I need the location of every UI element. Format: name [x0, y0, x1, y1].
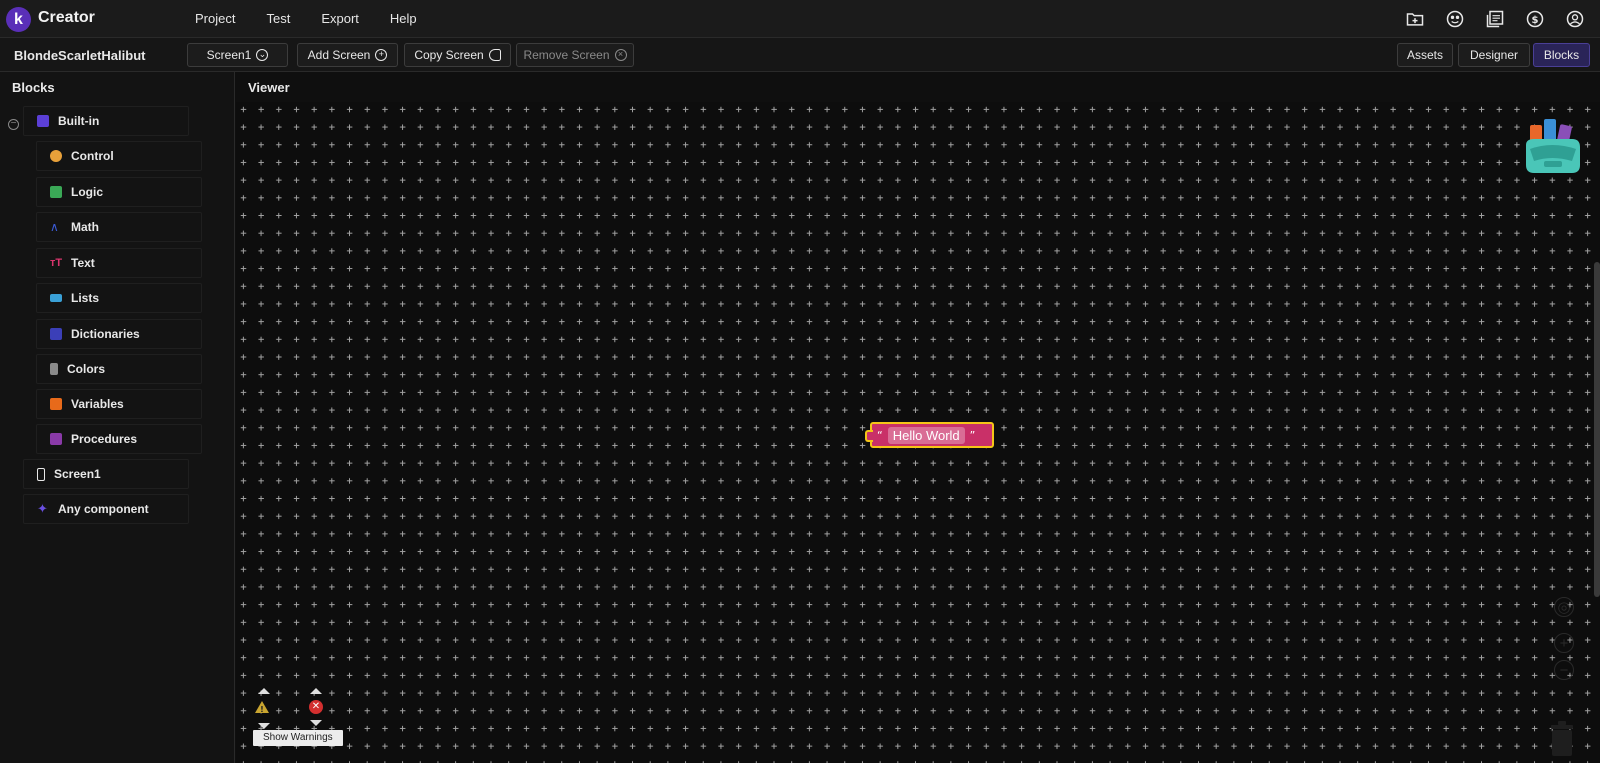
svg-text:!: ! — [260, 705, 264, 714]
tree-item-label: Variables — [71, 397, 124, 411]
screen-select-label: Screen1 — [206, 48, 252, 62]
add-screen-button[interactable]: Add Screen + — [297, 43, 398, 67]
tree-item-procedures[interactable]: Procedures — [36, 424, 202, 454]
tree-item-label: Math — [71, 220, 99, 234]
close-quote-icon: ” — [969, 428, 976, 442]
sparkle-icon: ✦ — [37, 501, 48, 516]
tree-item-text[interactable]: ᴛT Text — [36, 248, 202, 278]
tree-item-any-component[interactable]: ✦ Any component — [23, 494, 189, 524]
paint-roller-icon — [50, 363, 58, 375]
tree-item-label: Built-in — [58, 114, 100, 128]
dictionaries-icon — [50, 328, 62, 340]
folder-add-icon[interactable] — [1404, 8, 1426, 30]
designer-button[interactable]: Designer — [1458, 43, 1530, 67]
menu-project[interactable]: Project — [195, 11, 235, 26]
zoom-out-icon[interactable]: − — [1554, 660, 1574, 680]
tree-item-label: Lists — [71, 291, 100, 305]
blocks-sidebar: Blocks − Built-in Control Logic ∧ Math ᴛ… — [0, 72, 235, 763]
screen-select[interactable]: Screen1 ⌄ — [187, 43, 288, 67]
account-icon[interactable] — [1564, 8, 1586, 30]
sidebar-title: Blocks — [12, 80, 55, 95]
control-icon — [50, 150, 62, 162]
project-toolbar: BlondeScarletHalibut Screen1 ⌄ Add Scree… — [0, 38, 1600, 72]
svg-text:$: $ — [1532, 15, 1539, 26]
phone-icon — [37, 467, 45, 481]
face-icon[interactable] — [1444, 8, 1466, 30]
close-circle-icon: × — [614, 49, 627, 61]
app-name: Creator — [38, 9, 95, 26]
backpack-icon[interactable] — [1522, 115, 1584, 177]
tree-item-label: Logic — [71, 185, 103, 199]
zoom-in-icon[interactable]: + — [1554, 633, 1574, 653]
tree-item-label: Any component — [58, 502, 149, 516]
math-icon: ∧ — [50, 220, 59, 234]
grid-icon — [37, 115, 49, 127]
tree-item-label: Screen1 — [54, 467, 101, 481]
tree-item-built-in[interactable]: Built-in — [23, 106, 189, 136]
tree-item-lists[interactable]: Lists — [36, 283, 202, 313]
block-output-notch — [865, 430, 873, 442]
tree-item-dictionaries[interactable]: Dictionaries — [36, 319, 202, 349]
vertical-scrollbar[interactable] — [1594, 262, 1600, 597]
tree-item-label: Control — [71, 149, 114, 163]
copy-screen-button[interactable]: Copy Screen — [404, 43, 511, 67]
top-icons: $ — [1404, 8, 1586, 30]
recenter-icon[interactable]: ◎ — [1554, 597, 1574, 617]
tree-item-control[interactable]: Control — [36, 141, 202, 171]
errors-widget: ✕ — [306, 688, 326, 728]
text-block[interactable]: “ Hello World ” — [865, 422, 994, 448]
remove-screen-label: Remove Screen — [523, 48, 610, 62]
menu-help[interactable]: Help — [390, 11, 417, 26]
blocks-workspace[interactable]: Viewer “ Hello World ” ◎ + − ! ✕ Show Wa… — [236, 72, 1600, 763]
tree-item-label: Text — [71, 256, 95, 270]
copy-icon — [488, 49, 501, 61]
lists-icon — [50, 294, 62, 302]
variables-icon — [50, 398, 62, 410]
tree-item-variables[interactable]: Variables — [36, 389, 202, 419]
warning-icon[interactable]: ! — [254, 700, 270, 714]
warnings-widget: ! — [254, 688, 274, 729]
viewer-header: Viewer — [236, 72, 1600, 102]
menu-export[interactable]: Export — [321, 11, 359, 26]
chevron-down-icon: ⌄ — [256, 49, 269, 61]
copy-screen-label: Copy Screen — [414, 48, 484, 62]
app-logo[interactable]: k — [6, 7, 31, 32]
blocks-button[interactable]: Blocks — [1533, 43, 1590, 67]
tree-item-colors[interactable]: Colors — [36, 354, 202, 384]
dollar-icon[interactable]: $ — [1524, 8, 1546, 30]
text-icon: ᴛT — [50, 257, 63, 269]
assets-button[interactable]: Assets — [1397, 43, 1453, 67]
next-error-arrow[interactable] — [310, 720, 322, 726]
menu-test[interactable]: Test — [266, 11, 290, 26]
tree-item-logic[interactable]: Logic — [36, 177, 202, 207]
logic-icon — [50, 186, 62, 198]
tree-item-label: Dictionaries — [71, 327, 140, 341]
trash-icon[interactable] — [1548, 719, 1576, 757]
collapse-builtin-toggle[interactable]: − — [8, 119, 19, 130]
tree-item-label: Procedures — [71, 432, 138, 446]
remove-screen-button[interactable]: Remove Screen × — [516, 43, 634, 67]
prev-error-arrow[interactable] — [310, 688, 322, 694]
error-icon[interactable]: ✕ — [309, 700, 323, 714]
tree-item-label: Colors — [67, 362, 106, 376]
library-icon[interactable] — [1484, 8, 1506, 30]
project-name: BlondeScarletHalibut — [14, 48, 146, 63]
show-warnings-button[interactable]: Show Warnings — [253, 730, 343, 746]
tree-item-screen1[interactable]: Screen1 — [23, 459, 189, 489]
main-menu: Project Test Export Help — [195, 11, 417, 26]
text-block-field[interactable]: Hello World — [887, 426, 965, 444]
next-warning-arrow[interactable] — [258, 723, 270, 729]
top-bar: k Creator Project Test Export Help $ — [0, 0, 1600, 38]
add-screen-label: Add Screen — [307, 48, 371, 62]
prev-warning-arrow[interactable] — [258, 688, 270, 694]
plus-circle-icon: + — [375, 49, 388, 61]
tree-item-math[interactable]: ∧ Math — [36, 212, 202, 242]
open-quote-icon: “ — [877, 428, 883, 442]
procedures-icon — [50, 433, 62, 445]
viewer-title: Viewer — [248, 80, 290, 95]
